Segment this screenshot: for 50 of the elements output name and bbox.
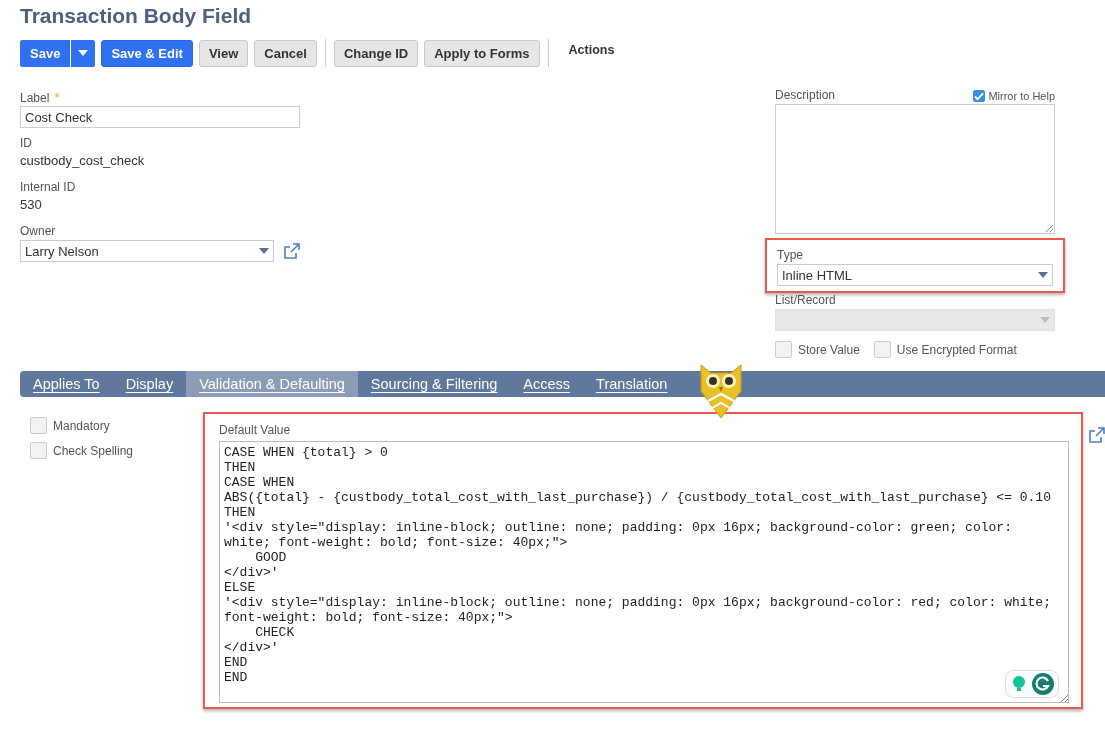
toolbar-button[interactable]: Cancel [254, 39, 317, 67]
owner-select[interactable]: Larry Nelson [20, 240, 274, 262]
field-label: Label * [20, 90, 60, 106]
owl-icon [698, 363, 744, 419]
check-icon [974, 91, 985, 101]
field-value: 530 [20, 196, 43, 214]
tab[interactable]: Applies To [20, 371, 113, 397]
checkbox[interactable] [973, 90, 986, 102]
checkbox[interactable] [873, 341, 891, 358]
toolbar-button[interactable]: View [198, 39, 249, 67]
label-input[interactable]: Cost Check [20, 106, 300, 128]
resize-handle-icon[interactable] [1060, 694, 1068, 702]
description-field[interactable] [775, 104, 1055, 234]
external-link-icon[interactable] [1089, 427, 1105, 443]
checkbox[interactable] [775, 341, 792, 358]
required-mark: * [54, 90, 60, 105]
field-value: custbody_cost_check [20, 152, 146, 170]
toolbar-button[interactable]: Save & Edit [101, 39, 193, 67]
field-label: List/Record [775, 293, 837, 309]
field-label: Default Value [219, 423, 291, 439]
checkbox-option[interactable]: Use Encrypted Format [873, 341, 1017, 358]
field-label: Owner [20, 224, 56, 240]
checkbox[interactable] [30, 417, 47, 434]
caret-icon [1038, 272, 1048, 278]
tab[interactable]: Sourcing & Filtering [357, 371, 511, 397]
caret-icon [78, 50, 89, 56]
save-button[interactable]: Save [20, 39, 72, 67]
field-label: Type [777, 248, 803, 264]
tab[interactable]: Access [510, 371, 584, 397]
checkbox-option[interactable]: Mandatory [30, 417, 203, 434]
resize-handle-icon[interactable] [1045, 224, 1053, 232]
tab[interactable]: Translation [583, 371, 681, 397]
default-value-field[interactable]: CASE WHEN {total} > 0 THEN CASE WHEN ABS({total} - {custbody_total_cost_with_last_purchase}) / {custbody_total_cost_with_last_purchase} <= 0.10 THEN '<div style="display: inline-block; outline: none; padding: 0px 16px; background-color: green; color: white; font-weight: bold; font-size: 40px;"> GOOD </div>' ELSE '<div style="display: inline-block; outline: none; padding: 0px 16px; background-color: red; color: white; font-weight: bold; font-size: 40px;"> CHECK </div>' END END [219, 441, 1069, 703]
checkbox-option[interactable]: Store Value [775, 341, 860, 358]
checkbox[interactable] [30, 442, 47, 459]
toolbar-button[interactable]: Apply to Forms [424, 39, 540, 67]
external-link-icon[interactable] [284, 243, 300, 259]
toolbar-button[interactable]: Change ID [333, 39, 419, 67]
type-select[interactable]: Inline HTML [777, 264, 1053, 286]
field-label: Internal ID [20, 180, 76, 196]
checkbox-option[interactable]: Check Spelling [30, 442, 203, 459]
actions-menu[interactable]: Actions [556, 43, 627, 57]
page-title: Transaction Body Field [19, 3, 253, 29]
mirror-checkbox[interactable]: Mirror to Help [973, 90, 1055, 102]
caret-icon [259, 248, 269, 254]
field-label: ID [20, 136, 32, 152]
grammarly-icon[interactable] [1005, 670, 1059, 698]
tab[interactable]: Display [112, 371, 187, 397]
caret-icon [1040, 317, 1050, 323]
field-label: Description [775, 88, 836, 104]
